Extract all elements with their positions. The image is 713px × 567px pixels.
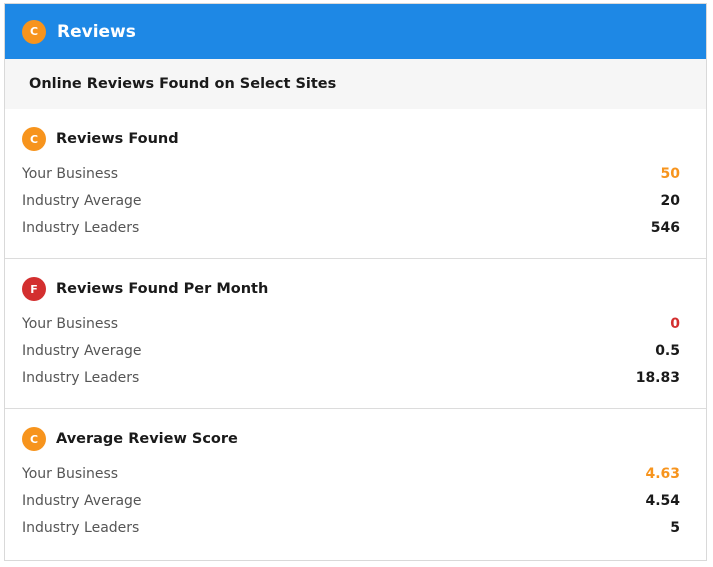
metric-label: Industry Leaders — [22, 369, 140, 386]
grade-c-badge-icon: C — [22, 127, 46, 151]
section-title: Average Review Score — [56, 431, 238, 447]
online-reviews-subheader: Online Reviews Found on Select Sites — [5, 59, 706, 109]
metric-label: Your Business — [22, 315, 119, 332]
section-title: Reviews Found — [56, 131, 179, 147]
metric-label: Industry Average — [22, 192, 142, 209]
metric-value: 0 — [670, 315, 680, 332]
metric-value: 4.63 — [645, 465, 680, 482]
reviews-header: C Reviews — [5, 4, 706, 59]
grade-f-badge-icon: F — [22, 277, 46, 301]
section-heading: C Average Review Score — [22, 426, 680, 452]
section-title: Reviews Found Per Month — [56, 281, 269, 297]
metric-value: 4.54 — [645, 492, 680, 509]
grade-c-badge-icon: C — [22, 19, 46, 44]
metric-row-your-business: Your Business 0 — [22, 310, 680, 337]
metric-value: 546 — [650, 219, 680, 236]
metric-row-your-business: Your Business 50 — [22, 160, 680, 187]
metric-label: Your Business — [22, 465, 119, 482]
metric-value: 0.5 — [655, 342, 680, 359]
reviews-per-month-section: F Reviews Found Per Month Your Business … — [5, 259, 706, 409]
metric-value: 20 — [660, 192, 680, 209]
metric-row-industry-average: Industry Average 4.54 — [22, 487, 680, 514]
grade-c-badge-icon: C — [22, 427, 46, 451]
reviews-panel: C Reviews Online Reviews Found on Select… — [4, 3, 707, 561]
metric-value: 50 — [660, 165, 680, 182]
metric-row-industry-leaders: Industry Leaders 5 — [22, 514, 680, 541]
reviews-title: Reviews — [57, 21, 136, 42]
metric-label: Industry Average — [22, 342, 142, 359]
metric-value: 18.83 — [635, 369, 680, 386]
metric-value: 5 — [670, 519, 680, 536]
metric-row-industry-average: Industry Average 0.5 — [22, 337, 680, 364]
average-review-score-section: C Average Review Score Your Business 4.6… — [5, 409, 706, 559]
metric-label: Industry Average — [22, 492, 142, 509]
metric-label: Your Business — [22, 165, 119, 182]
metric-row-industry-average: Industry Average 20 — [22, 187, 680, 214]
metric-label: Industry Leaders — [22, 219, 140, 236]
reviews-found-section: C Reviews Found Your Business 50 Industr… — [5, 109, 706, 259]
section-heading: C Reviews Found — [22, 126, 680, 152]
metric-row-industry-leaders: Industry Leaders 18.83 — [22, 364, 680, 391]
section-heading: F Reviews Found Per Month — [22, 276, 680, 302]
metric-row-industry-leaders: Industry Leaders 546 — [22, 214, 680, 241]
metric-label: Industry Leaders — [22, 519, 140, 536]
metric-row-your-business: Your Business 4.63 — [22, 460, 680, 487]
